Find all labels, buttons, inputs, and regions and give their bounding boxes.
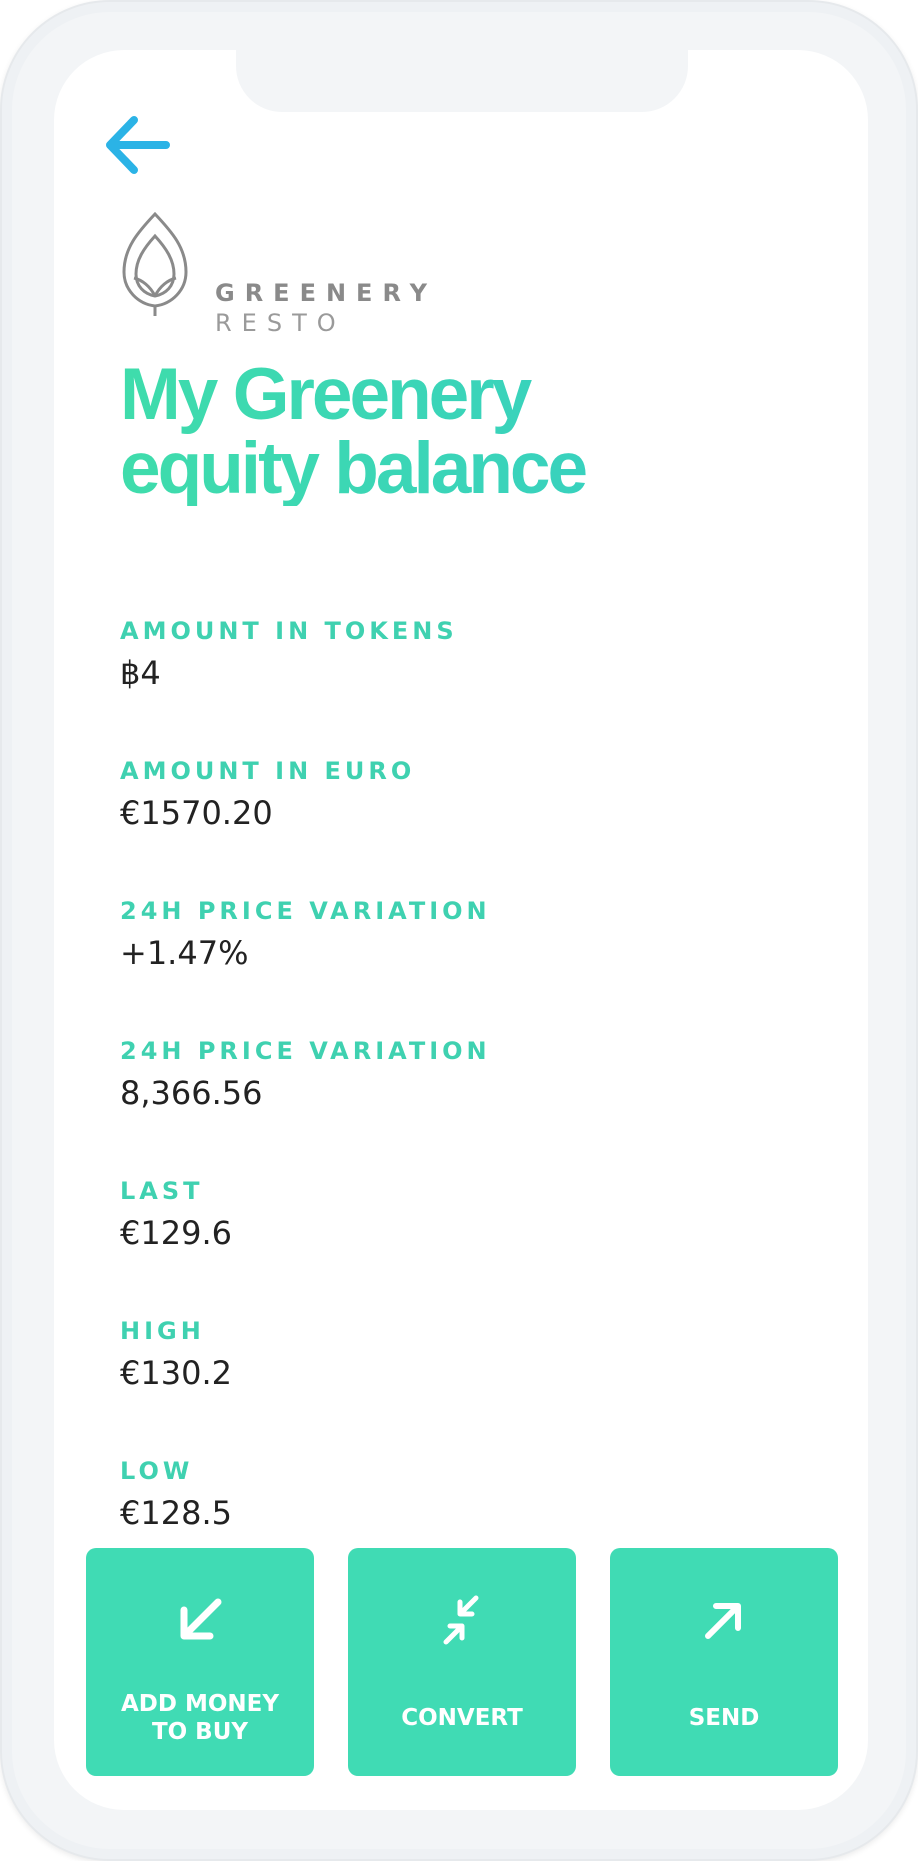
stat-value: €130.2: [120, 1354, 232, 1392]
notch: [236, 50, 688, 112]
stat-label: AMOUNT IN EURO: [120, 757, 416, 785]
stat-last: LAST €129.6: [120, 1175, 820, 1315]
brand-logo: GREENERY RESTO: [120, 210, 480, 337]
stat-label: 24H PRICE VARIATION: [120, 897, 491, 925]
stat-label: LAST: [120, 1177, 204, 1205]
arrow-down-left-icon: [180, 1598, 222, 1640]
arrow-up-right-icon: [705, 1603, 741, 1639]
stat-value: €128.5: [120, 1494, 232, 1532]
convert-arrows-icon: [443, 1595, 479, 1645]
leaf-icon: [122, 211, 188, 316]
stat-high: HIGH €130.2: [120, 1315, 820, 1455]
page-title: My Greenery equity balance: [120, 358, 820, 506]
back-button[interactable]: [100, 108, 174, 182]
send-label: SEND: [688, 1705, 760, 1731]
stat-price-variation-percent: 24H PRICE VARIATION +1.47%: [120, 895, 820, 1035]
stat-value: +1.47%: [120, 934, 249, 972]
phone-frame: GREENERY RESTO My Greenery equity balanc…: [0, 0, 918, 1861]
add-money-to-buy-button[interactable]: ADD MONEY TO BUY: [86, 1548, 314, 1776]
stat-amount-euro: AMOUNT IN EURO €1570.20: [120, 755, 820, 895]
stat-price-variation-value: 24H PRICE VARIATION 8,366.56: [120, 1035, 820, 1175]
page-title-line1: My Greenery: [120, 354, 530, 435]
add-money-label: ADD MONEY TO BUY: [120, 1691, 280, 1745]
stat-value: ฿4: [120, 654, 161, 692]
stat-label: 24H PRICE VARIATION: [120, 1037, 491, 1065]
brand-name-line1: GREENERY: [215, 279, 437, 307]
stat-value: 8,366.56: [120, 1074, 263, 1112]
convert-button[interactable]: CONVERT: [348, 1548, 576, 1776]
page-title-line2: equity balance: [120, 428, 586, 509]
brand-wordmark: GREENERY RESTO: [215, 278, 437, 338]
send-button[interactable]: SEND: [610, 1548, 838, 1776]
app-screen: GREENERY RESTO My Greenery equity balanc…: [54, 50, 868, 1810]
stat-label: LOW: [120, 1457, 194, 1485]
brand-name-line2: RESTO: [215, 309, 346, 337]
stat-value: €1570.20: [120, 794, 273, 832]
action-bar: ADD MONEY TO BUY CONVERT SEND: [86, 1548, 838, 1776]
stat-label: AMOUNT IN TOKENS: [120, 617, 458, 645]
stat-value: €129.6: [120, 1214, 232, 1252]
stat-amount-tokens: AMOUNT IN TOKENS ฿4: [120, 615, 820, 755]
convert-label: CONVERT: [401, 1705, 523, 1731]
arrow-left-icon: [106, 116, 170, 174]
balance-stats: AMOUNT IN TOKENS ฿4 AMOUNT IN EURO €1570…: [120, 615, 820, 1595]
stat-label: HIGH: [120, 1317, 205, 1345]
